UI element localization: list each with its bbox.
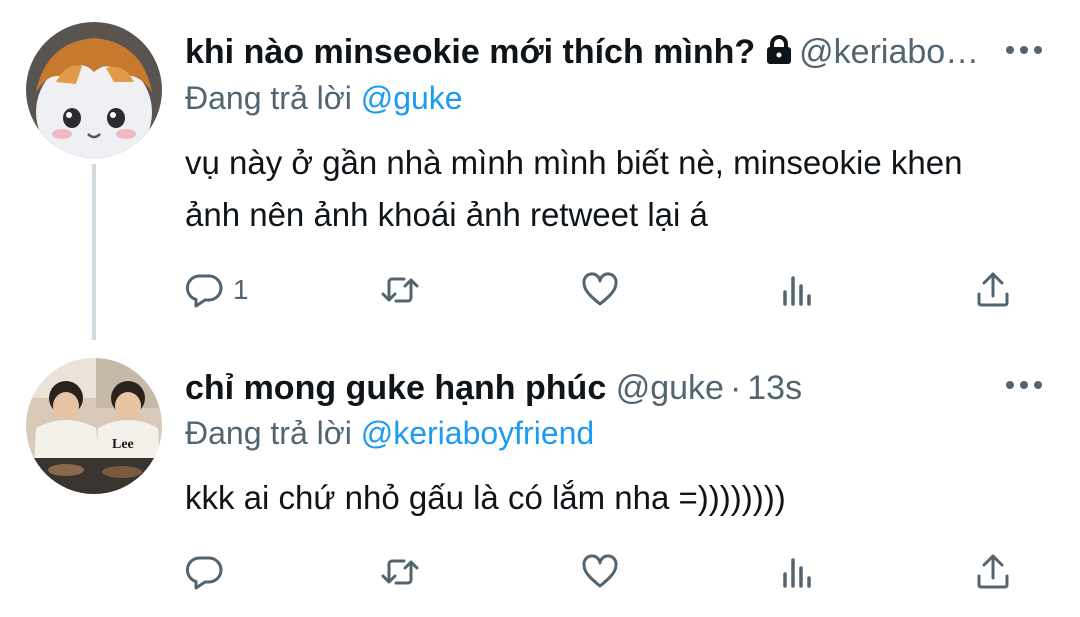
- timestamp[interactable]: 13s: [747, 369, 802, 407]
- handle[interactable]: @guke: [616, 369, 724, 407]
- avatar-image: [26, 22, 162, 158]
- avatar[interactable]: Lee: [26, 358, 162, 494]
- like-button[interactable]: [580, 268, 620, 312]
- like-button[interactable]: [580, 550, 620, 594]
- tweet-header: chỉ mong guke hạnh phúc @guke · 13s: [185, 363, 975, 413]
- reply-icon: [185, 556, 223, 590]
- replying-to-handle[interactable]: @keriaboyfriend: [361, 415, 594, 451]
- lock-icon: [765, 30, 793, 64]
- share-icon: [977, 554, 1009, 589]
- views-icon: [783, 276, 811, 306]
- retweet-icon: [381, 559, 419, 585]
- like-icon: [582, 554, 618, 588]
- views-button[interactable]: [777, 268, 817, 312]
- tweet-header: khi nào minseokie mới thích mình? @keriab…: [185, 27, 975, 77]
- svg-text:Lee: Lee: [112, 437, 134, 452]
- tweet-text-line: kkk ai chứ nhỏ gấu là có lắm nha =))))))…: [185, 479, 786, 516]
- tweet[interactable]: khi nào minseokie mới thích mình? @keriab…: [0, 0, 1080, 340]
- replying-to-handle[interactable]: @guke: [361, 80, 463, 116]
- reply-button[interactable]: [185, 550, 225, 594]
- retweet-button[interactable]: [380, 550, 420, 594]
- more-icon[interactable]: [1002, 375, 1046, 395]
- share-button[interactable]: [973, 550, 1013, 594]
- thread-line: [92, 164, 96, 340]
- handle[interactable]: @keriabo…: [799, 33, 975, 71]
- reply-count: 1: [233, 274, 249, 305]
- like-icon: [582, 272, 618, 306]
- views-button[interactable]: [777, 550, 817, 594]
- reply-icon: [185, 274, 223, 308]
- display-name[interactable]: khi nào minseokie mới thích mình?: [185, 33, 755, 71]
- retweet-icon: [381, 277, 419, 303]
- action-bar: [185, 550, 1025, 594]
- share-button[interactable]: [973, 268, 1013, 312]
- tweet-text-line: ảnh nên ảnh khoái ảnh retweet lại á: [185, 196, 708, 233]
- display-name[interactable]: chỉ mong guke hạnh phúc: [185, 369, 606, 407]
- replying-to: Đang trả lời @guke: [185, 75, 463, 121]
- avatar-image: Lee: [26, 358, 162, 494]
- tweet-text: vụ này ở gần nhà mình mình biết nè, mins…: [185, 137, 1045, 241]
- tweet-text-line: vụ này ở gần nhà mình mình biết nè, mins…: [185, 144, 963, 181]
- more-icon[interactable]: [1002, 40, 1046, 60]
- replying-to: Đang trả lời @keriaboyfriend: [185, 410, 594, 456]
- retweet-button[interactable]: [380, 268, 420, 312]
- replying-prefix: Đang trả lời: [185, 415, 352, 451]
- tweet-text: kkk ai chứ nhỏ gấu là có lắm nha =))))))…: [185, 472, 1045, 524]
- avatar[interactable]: [26, 22, 162, 158]
- replying-prefix: Đang trả lời: [185, 80, 352, 116]
- separator-dot: ·: [729, 369, 742, 407]
- action-bar: 1: [185, 268, 1025, 312]
- tweet[interactable]: Lee chỉ mong guke hạnh phúc @guke · 13s Đa…: [0, 340, 1080, 617]
- views-icon: [783, 558, 811, 588]
- reply-button[interactable]: 1: [185, 268, 249, 312]
- share-icon: [977, 272, 1009, 307]
